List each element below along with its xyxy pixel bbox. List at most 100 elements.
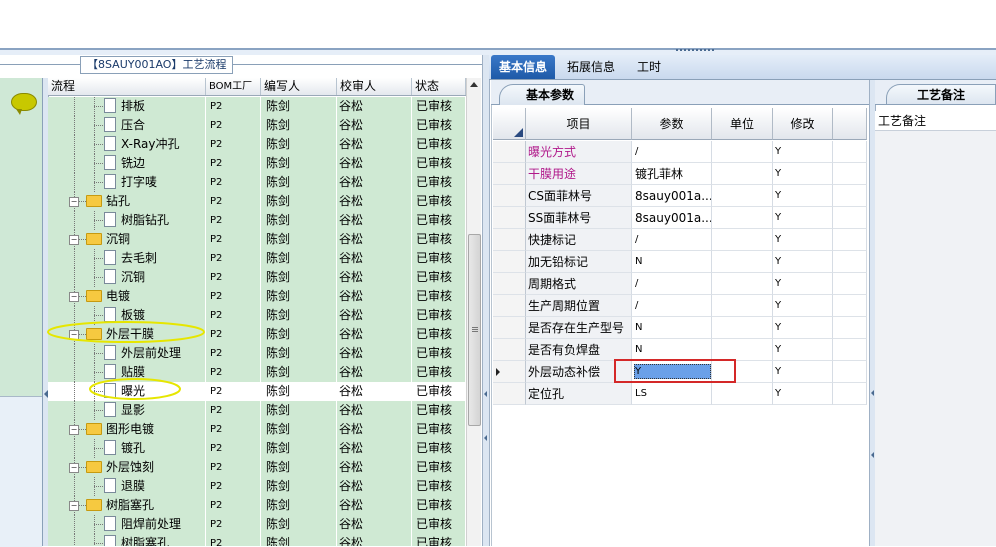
process-name-cell[interactable]: 曝光: [48, 382, 206, 401]
param-modify-cell[interactable]: Y: [773, 295, 833, 317]
status-cell[interactable]: 已审核: [412, 173, 466, 192]
param-unit-cell[interactable]: [712, 229, 773, 251]
status-cell[interactable]: 已审核: [412, 477, 466, 496]
collapse-icon[interactable]: −: [69, 235, 79, 245]
param-modify-cell[interactable]: Y: [773, 229, 833, 251]
writer-cell[interactable]: 陈剑: [261, 230, 337, 249]
writer-cell[interactable]: 陈剑: [261, 496, 337, 515]
status-cell[interactable]: 已审核: [412, 268, 466, 287]
reviewer-cell[interactable]: 谷松: [337, 401, 412, 420]
writer-cell[interactable]: 陈剑: [261, 116, 337, 135]
process-name-cell[interactable]: − 沉铜: [48, 230, 206, 249]
bom-cell[interactable]: P2: [206, 363, 261, 382]
table-row[interactable]: 树脂钻孔 P2 陈剑 谷松 已审核: [48, 211, 466, 230]
param-unit-cell[interactable]: [712, 207, 773, 229]
reviewer-cell[interactable]: 谷松: [337, 420, 412, 439]
writer-cell[interactable]: 陈剑: [261, 401, 337, 420]
process-name-cell[interactable]: 板镀: [48, 306, 206, 325]
param-item-cell[interactable]: 是否存在生产型号: [526, 317, 632, 339]
bom-cell[interactable]: P2: [206, 287, 261, 306]
param-value[interactable]: N: [635, 256, 642, 267]
bom-cell[interactable]: P2: [206, 116, 261, 135]
status-cell[interactable]: 已审核: [412, 325, 466, 344]
reviewer-cell[interactable]: 谷松: [337, 363, 412, 382]
table-row[interactable]: 曝光 P2 陈剑 谷松 已审核: [48, 382, 466, 401]
param-modify-cell[interactable]: Y: [773, 339, 833, 361]
param-value[interactable]: /: [635, 300, 638, 311]
reviewer-cell[interactable]: 谷松: [337, 439, 412, 458]
table-row[interactable]: 排板 P2 陈剑 谷松 已审核: [48, 97, 466, 116]
status-cell[interactable]: 已审核: [412, 534, 466, 546]
row-header[interactable]: [493, 251, 526, 273]
writer-cell[interactable]: 陈剑: [261, 192, 337, 211]
status-cell[interactable]: 已审核: [412, 211, 466, 230]
param-item-cell[interactable]: 是否有负焊盘: [526, 339, 632, 361]
status-cell[interactable]: 已审核: [412, 439, 466, 458]
collapse-icon[interactable]: −: [69, 292, 79, 302]
table-row[interactable]: − 图形电镀 P2 陈剑 谷松 已审核: [48, 420, 466, 439]
reviewer-cell[interactable]: 谷松: [337, 306, 412, 325]
bom-cell[interactable]: P2: [206, 325, 261, 344]
param-unit-cell[interactable]: [712, 383, 773, 405]
writer-cell[interactable]: 陈剑: [261, 211, 337, 230]
param-unit-cell[interactable]: [712, 185, 773, 207]
param-unit-cell[interactable]: [712, 141, 773, 163]
process-name-cell[interactable]: − 电镀: [48, 287, 206, 306]
writer-cell[interactable]: 陈剑: [261, 97, 337, 116]
collapse-icon[interactable]: −: [69, 501, 79, 511]
param-item-cell[interactable]: 定位孔: [526, 383, 632, 405]
param-modify-cell[interactable]: Y: [773, 185, 833, 207]
process-name-cell[interactable]: − 外层蚀刻: [48, 458, 206, 477]
param-row[interactable]: 定位孔 LS Y: [493, 383, 867, 405]
bom-cell[interactable]: P2: [206, 230, 261, 249]
param-value[interactable]: 8sauy001a...: [635, 189, 711, 203]
process-name-cell[interactable]: 树脂钻孔: [48, 211, 206, 230]
param-row[interactable]: 曝光方式 / Y: [493, 141, 867, 163]
param-item-cell[interactable]: 加无铅标记: [526, 251, 632, 273]
table-row[interactable]: 压合 P2 陈剑 谷松 已审核: [48, 116, 466, 135]
table-row[interactable]: 退膜 P2 陈剑 谷松 已审核: [48, 477, 466, 496]
tab-basic-info[interactable]: 基本信息: [491, 55, 556, 79]
reviewer-cell[interactable]: 谷松: [337, 382, 412, 401]
row-header[interactable]: [493, 163, 526, 185]
bom-cell[interactable]: P2: [206, 97, 261, 116]
status-cell[interactable]: 已审核: [412, 496, 466, 515]
process-name-cell[interactable]: − 钻孔: [48, 192, 206, 211]
process-name-cell[interactable]: 去毛刺: [48, 249, 206, 268]
writer-cell[interactable]: 陈剑: [261, 173, 337, 192]
row-header[interactable]: [493, 207, 526, 229]
table-row[interactable]: X-Ray冲孔 P2 陈剑 谷松 已审核: [48, 135, 466, 154]
bom-cell[interactable]: P2: [206, 154, 261, 173]
param-modify-cell[interactable]: Y: [773, 141, 833, 163]
table-row[interactable]: 树脂塞孔 P2 陈剑 谷松 已审核: [48, 534, 466, 546]
table-row[interactable]: 铣边 P2 陈剑 谷松 已审核: [48, 154, 466, 173]
process-name-cell[interactable]: 镀孔: [48, 439, 206, 458]
bom-cell[interactable]: P2: [206, 344, 261, 363]
reviewer-cell[interactable]: 谷松: [337, 173, 412, 192]
collapse-arrow-icon[interactable]: [871, 390, 874, 396]
param-unit-cell[interactable]: [712, 251, 773, 273]
reviewer-cell[interactable]: 谷松: [337, 344, 412, 363]
param-value[interactable]: N: [635, 344, 642, 355]
process-name-cell[interactable]: 压合: [48, 116, 206, 135]
status-cell[interactable]: 已审核: [412, 249, 466, 268]
row-header[interactable]: [493, 273, 526, 295]
process-name-cell[interactable]: X-Ray冲孔: [48, 135, 206, 154]
table-row[interactable]: 沉铜 P2 陈剑 谷松 已审核: [48, 268, 466, 287]
reviewer-cell[interactable]: 谷松: [337, 458, 412, 477]
process-name-cell[interactable]: 沉铜: [48, 268, 206, 287]
param-row[interactable]: 是否有负焊盘 N Y: [493, 339, 867, 361]
row-header[interactable]: [493, 295, 526, 317]
table-row[interactable]: 显影 P2 陈剑 谷松 已审核: [48, 401, 466, 420]
process-name-cell[interactable]: 贴膜: [48, 363, 206, 382]
param-item-cell[interactable]: 周期格式: [526, 273, 632, 295]
param-row[interactable]: SS面菲林号 8sauy001a... Y: [493, 207, 867, 229]
reviewer-cell[interactable]: 谷松: [337, 325, 412, 344]
param-item-cell[interactable]: 快捷标记: [526, 229, 632, 251]
table-row[interactable]: − 沉铜 P2 陈剑 谷松 已审核: [48, 230, 466, 249]
table-row[interactable]: − 电镀 P2 陈剑 谷松 已审核: [48, 287, 466, 306]
param-modify-cell[interactable]: Y: [773, 383, 833, 405]
param-item-cell[interactable]: 生产周期位置: [526, 295, 632, 317]
param-item-cell[interactable]: CS面菲林号: [526, 185, 632, 207]
writer-cell[interactable]: 陈剑: [261, 477, 337, 496]
